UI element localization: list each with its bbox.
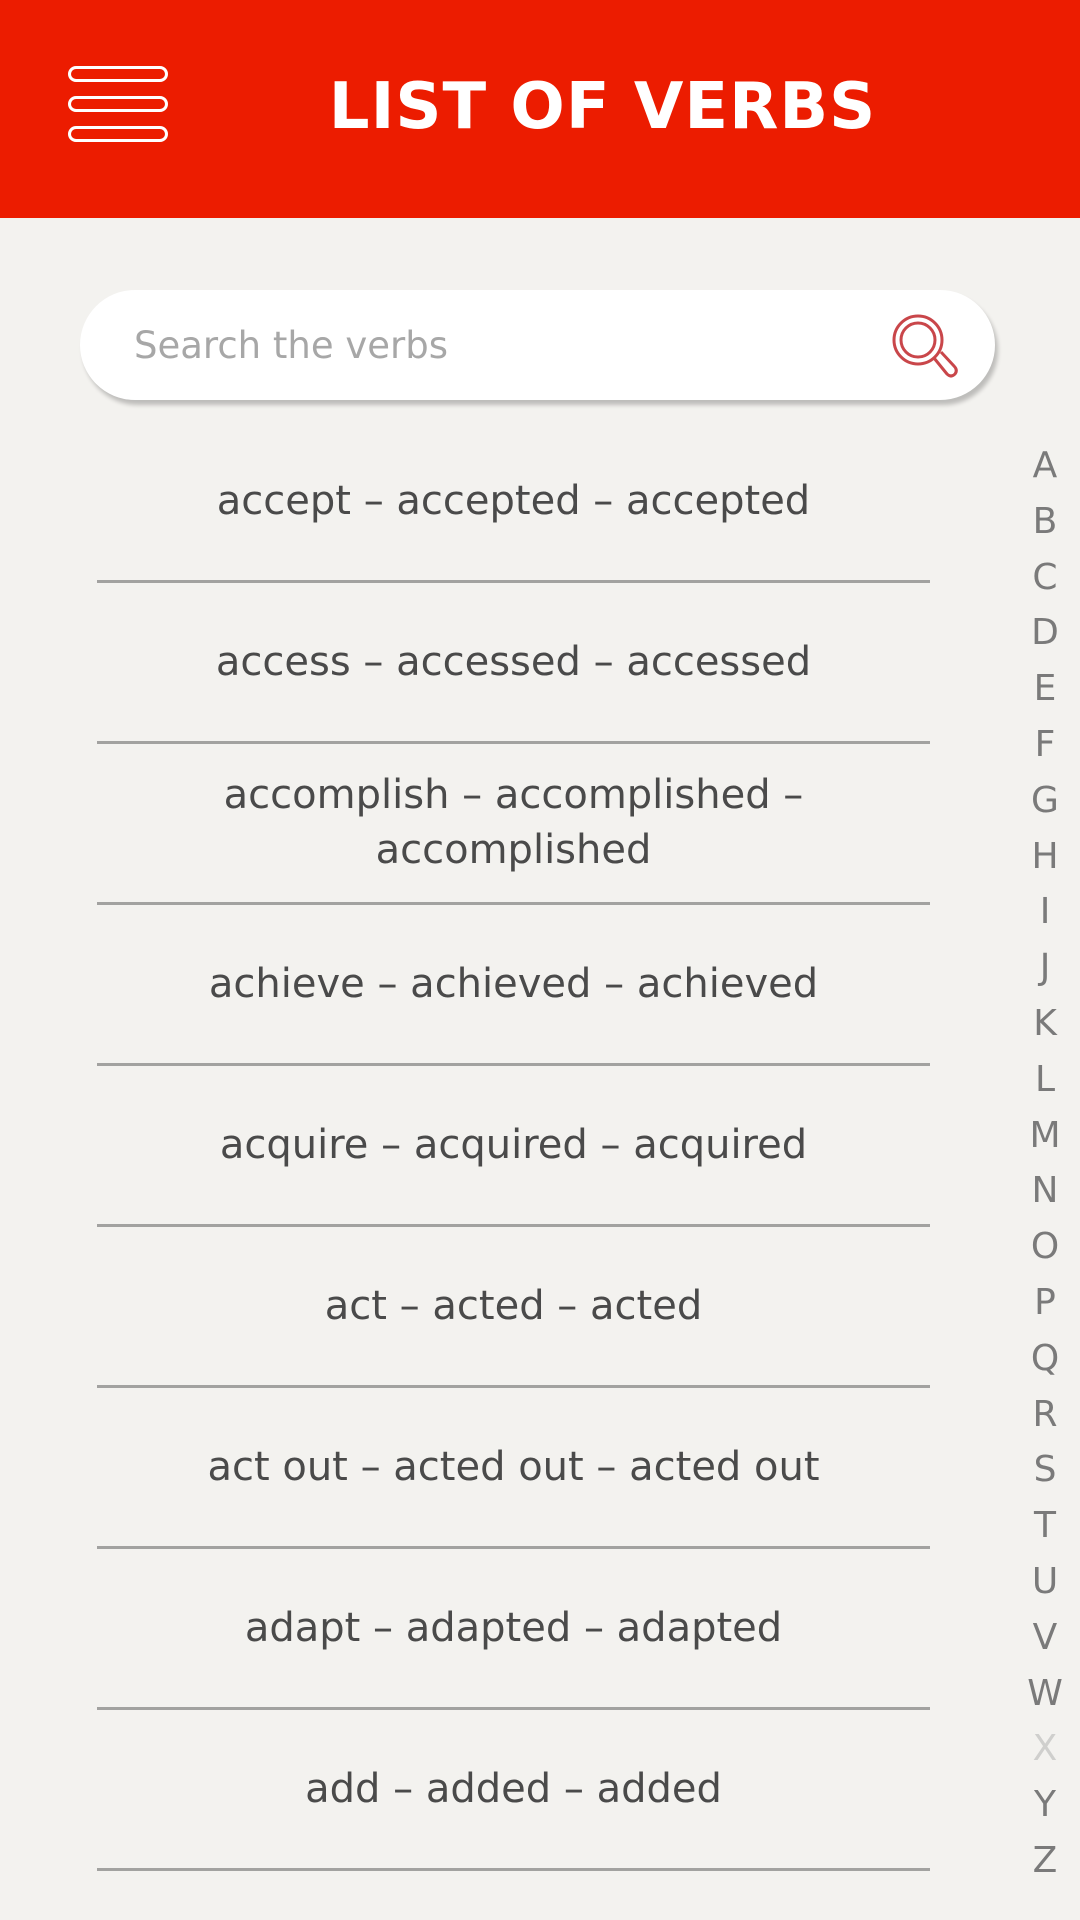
alphabet-letter-k[interactable]: K	[1015, 996, 1075, 1052]
verb-forms-text: acquire – acquired – acquired	[219, 1121, 808, 1168]
alphabet-letter-n[interactable]: N	[1015, 1163, 1075, 1219]
verb-list-item[interactable]: access – accessed – accessed	[97, 583, 930, 744]
alphabet-letter-q[interactable]: Q	[1015, 1331, 1075, 1387]
alphabet-letter-j[interactable]: J	[1015, 940, 1075, 996]
verb-list-item[interactable]: accomplish – accomplished – accomplished	[97, 744, 930, 905]
verb-list-item[interactable]: act out – acted out – acted out	[97, 1388, 930, 1549]
alphabet-letter-l[interactable]: L	[1015, 1052, 1075, 1108]
verb-forms-text: act out – acted out – acted out	[207, 1443, 820, 1490]
alphabet-letter-i[interactable]: I	[1015, 884, 1075, 940]
alphabet-letter-t[interactable]: T	[1015, 1498, 1075, 1554]
verb-forms-text: achieve – achieved – achieved	[208, 960, 819, 1007]
search-input[interactable]	[134, 290, 894, 400]
alphabet-letter-e[interactable]: E	[1015, 661, 1075, 717]
alphabet-letter-v[interactable]: V	[1015, 1610, 1075, 1666]
verb-list-item[interactable]: achieve – achieved – achieved	[97, 905, 930, 1066]
app-header: LIST OF VERBS	[0, 0, 1080, 218]
alphabet-letter-o[interactable]: O	[1015, 1219, 1075, 1275]
alphabet-letter-w[interactable]: W	[1015, 1666, 1075, 1722]
alphabet-index: ABCDEFGHIJKLMNOPQRSTUVWXYZ	[1015, 438, 1075, 1889]
verb-list-item[interactable]: act – acted – acted	[97, 1227, 930, 1388]
search-bar	[80, 290, 995, 400]
verb-forms-text: accept – accepted – accepted	[216, 477, 811, 524]
verb-list: accept – accepted – accepted access – acc…	[97, 422, 930, 1871]
verb-forms-text: add – added – added	[305, 1765, 722, 1812]
alphabet-letter-c[interactable]: C	[1015, 550, 1075, 606]
alphabet-letter-b[interactable]: B	[1015, 494, 1075, 550]
page-title: LIST OF VERBS	[328, 70, 877, 144]
alphabet-letter-h[interactable]: H	[1015, 829, 1075, 885]
alphabet-letter-u[interactable]: U	[1015, 1554, 1075, 1610]
verb-list-item[interactable]: acquire – acquired – acquired	[97, 1066, 930, 1227]
search-icon[interactable]	[885, 308, 965, 388]
verb-list-item[interactable]: accept – accepted – accepted	[97, 422, 930, 583]
alphabet-letter-d[interactable]: D	[1015, 605, 1075, 661]
alphabet-letter-a[interactable]: A	[1015, 438, 1075, 494]
alphabet-letter-y[interactable]: Y	[1015, 1777, 1075, 1833]
alphabet-letter-r[interactable]: R	[1015, 1387, 1075, 1443]
verb-forms-text: accomplish – accomplished – accomplished	[223, 772, 804, 873]
verb-forms-text: act – acted – acted	[324, 1282, 703, 1329]
verb-list-item[interactable]: add – added – added	[97, 1710, 930, 1871]
alphabet-letter-z[interactable]: Z	[1015, 1833, 1075, 1889]
verb-forms-text: adapt – adapted – adapted	[244, 1604, 783, 1651]
verb-forms-text: access – accessed – accessed	[215, 638, 812, 685]
alphabet-letter-g[interactable]: G	[1015, 773, 1075, 829]
alphabet-letter-m[interactable]: M	[1015, 1108, 1075, 1164]
alphabet-letter-p[interactable]: P	[1015, 1275, 1075, 1331]
alphabet-letter-s[interactable]: S	[1015, 1442, 1075, 1498]
verb-list-item[interactable]: adapt – adapted – adapted	[97, 1549, 930, 1710]
alphabet-letter-x: X	[1032, 1728, 1058, 1770]
alphabet-letter-f[interactable]: F	[1015, 717, 1075, 773]
